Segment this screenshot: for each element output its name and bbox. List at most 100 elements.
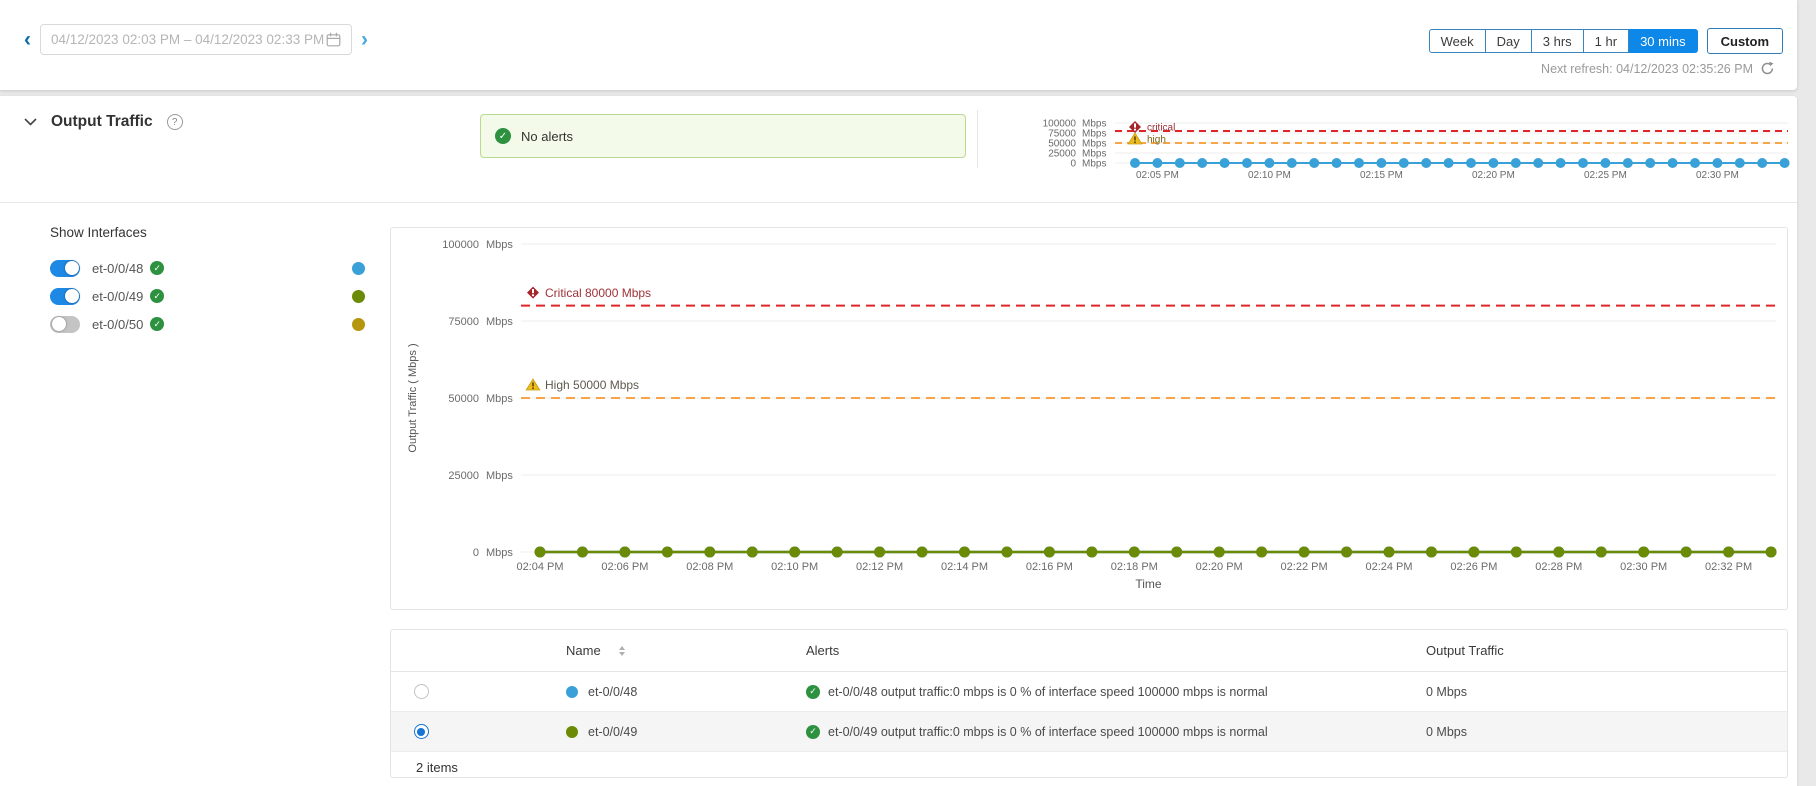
header-output-traffic: Output Traffic — [1321, 643, 1787, 658]
svg-text:100000: 100000 — [1043, 119, 1077, 130]
svg-text:02:32 PM: 02:32 PM — [1705, 561, 1752, 573]
svg-text:Output Traffic ( Mbps ): Output Traffic ( Mbps ) — [407, 343, 419, 452]
svg-text:Mbps: Mbps — [1082, 139, 1106, 150]
header-name[interactable]: Name — [451, 643, 701, 658]
svg-text:Mbps: Mbps — [1082, 119, 1106, 130]
output-traffic-chart: 0Mbps25000Mbps50000Mbps75000Mbps100000Mb… — [391, 228, 1787, 609]
svg-text:Critical 80000 Mbps: Critical 80000 Mbps — [545, 286, 651, 300]
interface-color-dot — [352, 290, 365, 303]
toggle-knob — [52, 317, 66, 331]
svg-text:02:05 PM: 02:05 PM — [1136, 170, 1179, 181]
date-range-input[interactable]: 04/12/2023 02:03 PM – 04/12/2023 02:33 P… — [40, 24, 352, 55]
period-button-day[interactable]: Day — [1486, 29, 1532, 53]
section-divider — [0, 202, 1797, 203]
svg-text:02:20 PM: 02:20 PM — [1196, 561, 1243, 573]
svg-text:02:18 PM: 02:18 PM — [1111, 561, 1158, 573]
previous-range-button[interactable]: ‹ — [24, 29, 31, 50]
header-name-label: Name — [566, 643, 601, 658]
alert-text: et-0/0/48 output traffic:0 mbps is 0 % o… — [828, 685, 1268, 699]
interface-name: et-0/0/49 — [588, 725, 637, 739]
custom-period-button[interactable]: Custom — [1707, 28, 1783, 54]
period-button-week[interactable]: Week — [1429, 29, 1486, 53]
svg-text:02:10 PM: 02:10 PM — [1248, 170, 1291, 181]
period-button-1hr[interactable]: 1 hr — [1584, 29, 1629, 53]
svg-text:Mbps: Mbps — [486, 393, 513, 405]
date-range-picker: ‹ 04/12/2023 02:03 PM – 04/12/2023 02:33… — [24, 24, 368, 55]
toggle-knob — [65, 289, 79, 303]
next-refresh: Next refresh: 04/12/2023 02:35:26 PM — [1541, 61, 1775, 76]
show-interfaces-title: Show Interfaces — [50, 224, 372, 242]
svg-text:Time: Time — [1135, 577, 1162, 591]
interface-toggle-et-0-0-49[interactable] — [50, 288, 80, 305]
svg-text:Mbps: Mbps — [1082, 129, 1106, 140]
svg-text:critical: critical — [1147, 123, 1175, 134]
sort-icon[interactable] — [619, 646, 625, 656]
normal-status-icon: ✓ — [806, 685, 820, 699]
period-button-30mins[interactable]: 30 mins — [1629, 29, 1698, 53]
row-select-radio[interactable] — [414, 724, 429, 739]
svg-text:Mbps: Mbps — [486, 239, 513, 251]
svg-text:02:30 PM: 02:30 PM — [1620, 561, 1667, 573]
interface-label: et-0/0/48 — [92, 261, 143, 276]
next-range-button[interactable]: › — [361, 29, 368, 50]
help-icon[interactable]: ? — [167, 114, 183, 130]
period-button-group: Week Day 3 hrs 1 hr 30 mins — [1429, 29, 1698, 53]
interface-status-check-icon: ✓ — [150, 289, 164, 303]
interface-row: et-0/0/48 ✓ — [50, 254, 372, 282]
row-select-radio[interactable] — [414, 684, 429, 699]
calendar-icon — [326, 32, 341, 47]
svg-text:high: high — [1147, 135, 1166, 146]
interface-label: et-0/0/50 — [92, 317, 143, 332]
collapse-chevron-icon[interactable] — [24, 118, 37, 126]
date-range-value: 04/12/2023 02:03 PM – 04/12/2023 02:33 P… — [51, 32, 324, 47]
page: ‹ 04/12/2023 02:03 PM – 04/12/2023 02:33… — [0, 0, 1816, 786]
interface-name: et-0/0/48 — [588, 685, 637, 699]
table-footer: 2 items — [391, 752, 1787, 778]
svg-text:02:20 PM: 02:20 PM — [1472, 170, 1515, 181]
show-interfaces-panel: Show Interfaces et-0/0/48 ✓ et-0/0/49 ✓ … — [50, 224, 372, 338]
header-alerts: Alerts — [701, 643, 1321, 658]
svg-text:Mbps: Mbps — [486, 470, 513, 482]
refresh-icon[interactable] — [1760, 61, 1775, 76]
svg-text:25000: 25000 — [1048, 149, 1076, 160]
table-row[interactable]: et-0/0/48 ✓ et-0/0/48 output traffic:0 m… — [391, 672, 1787, 712]
svg-text:0: 0 — [1070, 159, 1076, 170]
svg-text:02:25 PM: 02:25 PM — [1584, 170, 1627, 181]
svg-text:Mbps: Mbps — [1082, 159, 1106, 170]
output-traffic-chart-card: 0Mbps25000Mbps50000Mbps75000Mbps100000Mb… — [390, 227, 1788, 610]
table-row[interactable]: et-0/0/49 ✓ et-0/0/49 output traffic:0 m… — [391, 712, 1787, 752]
toggle-knob — [65, 261, 79, 275]
interface-toggle-et-0-0-48[interactable] — [50, 260, 80, 277]
svg-text:High 50000 Mbps: High 50000 Mbps — [545, 378, 639, 392]
interface-toggle-et-0-0-50[interactable] — [50, 316, 80, 333]
svg-text:02:04 PM: 02:04 PM — [516, 561, 563, 573]
svg-text:02:16 PM: 02:16 PM — [1026, 561, 1073, 573]
interface-status-check-icon: ✓ — [150, 261, 164, 275]
header-alerts-label: Alerts — [806, 643, 839, 658]
svg-text:02:14 PM: 02:14 PM — [941, 561, 988, 573]
period-controls: Week Day 3 hrs 1 hr 30 mins Custom — [1429, 28, 1783, 54]
svg-text:Mbps: Mbps — [1082, 149, 1106, 160]
svg-text:25000: 25000 — [448, 470, 479, 482]
main-panel: Output Traffic ? ✓ No alerts 0 Mbps 25000 M… — [0, 96, 1797, 786]
svg-text:50000: 50000 — [448, 393, 479, 405]
svg-text:02:08 PM: 02:08 PM — [686, 561, 733, 573]
svg-text:0: 0 — [473, 547, 479, 559]
interface-color-dot — [352, 262, 365, 275]
svg-text:02:26 PM: 02:26 PM — [1450, 561, 1497, 573]
svg-text:100000: 100000 — [442, 239, 479, 251]
mini-traffic-chart: 0Mbps25000Mbps50000Mbps75000Mbps100000Mb… — [1020, 100, 1797, 185]
next-refresh-text: Next refresh: 04/12/2023 02:35:26 PM — [1541, 62, 1753, 76]
series-color-dot — [566, 686, 578, 698]
interface-status-check-icon: ✓ — [150, 317, 164, 331]
section-title: Output Traffic — [51, 113, 153, 131]
success-check-icon: ✓ — [495, 128, 511, 144]
period-button-3hrs[interactable]: 3 hrs — [1532, 29, 1584, 53]
no-alerts-text: No alerts — [521, 129, 573, 144]
svg-text:02:12 PM: 02:12 PM — [856, 561, 903, 573]
no-alerts-banner: ✓ No alerts — [480, 114, 966, 158]
output-traffic-value: 0 Mbps — [1321, 685, 1787, 699]
svg-text:02:28 PM: 02:28 PM — [1535, 561, 1582, 573]
vertical-divider — [977, 110, 978, 168]
svg-text:50000: 50000 — [1048, 139, 1076, 150]
